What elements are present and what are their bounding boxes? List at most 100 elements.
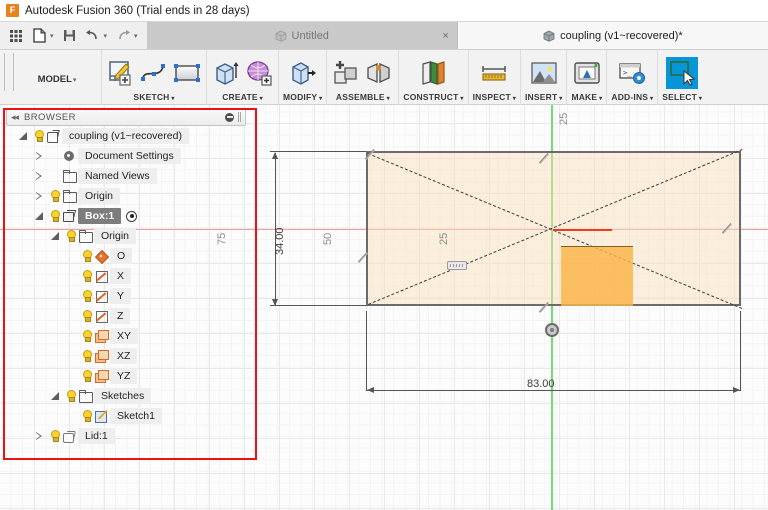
expand-arrow-icon[interactable] [32,191,47,201]
new-file-dropdown-caret[interactable]: ▾ [50,32,57,40]
visibility-bulb-icon[interactable] [79,350,94,362]
new-component-icon[interactable] [331,58,361,88]
browser-item-label[interactable]: Sketches [94,388,152,404]
browser-item-label[interactable]: Origin [78,188,121,204]
sketch-dimension-badge[interactable] [447,261,467,270]
collapse-arrow-icon[interactable] [32,211,47,221]
redo-dropdown-caret[interactable]: ▾ [134,32,141,40]
browser-item-label[interactable]: Named Views [78,168,157,184]
ribbon-group-label[interactable]: SKETCH ▾ [133,92,174,105]
ribbon-group-label[interactable]: CONSTRUCT ▾ [403,92,463,105]
collapse-icon[interactable]: ◂◂ [11,112,19,123]
browser-tree-item[interactable]: Document Settings [6,146,246,166]
close-icon[interactable]: × [442,30,448,42]
browser-grip[interactable] [238,112,241,122]
visibility-bulb-icon[interactable] [63,230,78,242]
visibility-bulb-icon[interactable] [79,370,94,382]
browser-item-label[interactable]: X [110,268,132,284]
browser-tree-item[interactable]: Origin [6,186,246,206]
browser-tree-item[interactable]: Z [6,306,246,326]
collapse-arrow-icon[interactable] [16,131,31,141]
expand-arrow-icon[interactable] [32,431,47,441]
browser-tree-item[interactable]: Origin [6,226,246,246]
browser-item-label[interactable]: coupling (v1~recovered) [62,128,189,144]
ribbon-group-label[interactable]: SELECT ▾ [662,92,702,105]
chevron-down-icon[interactable]: ▾ [73,76,80,84]
activate-component-radio[interactable] [126,210,138,222]
browser-item-label[interactable]: Origin [94,228,137,244]
press-pull-icon[interactable] [288,58,318,88]
new-file-icon[interactable] [29,26,49,46]
ribbon-group-label[interactable]: MODIFY ▾ [283,92,322,105]
ribbon-group-label[interactable]: INSERT ▾ [525,92,562,105]
document-tab-untitled[interactable]: Untitled × [146,22,457,49]
browser-item-label[interactable]: Z [110,308,131,324]
highlighted-face[interactable] [561,246,633,306]
browser-item-label[interactable]: Sketch1 [110,408,162,424]
browser-minimize-icon[interactable] [225,112,234,122]
constraint-glyph[interactable] [721,222,742,234]
browser-tree-item[interactable]: Sketch1 [6,406,246,426]
browser-item-label[interactable]: XZ [110,348,138,364]
create-sketch-icon[interactable] [106,58,136,88]
browser-tree-item[interactable]: YZ [6,366,246,386]
visibility-bulb-icon[interactable] [47,190,62,202]
browser-tree-item[interactable]: coupling (v1~recovered) [6,126,246,146]
constraint-glyph[interactable] [364,148,385,160]
constraint-glyph[interactable] [357,251,378,263]
collapse-arrow-icon[interactable] [48,391,63,401]
create-form-icon[interactable] [244,58,274,88]
app-grid-icon[interactable] [6,26,26,46]
expand-arrow-icon[interactable] [32,151,47,161]
3d-print-icon[interactable] [572,58,602,88]
origin-point[interactable] [545,323,559,337]
height-dimension-value[interactable]: 34.00 [274,227,286,255]
visibility-bulb-icon[interactable] [63,390,78,402]
browser-tree-item[interactable]: Sketches [6,386,246,406]
workspace-selector[interactable]: MODEL ▾ [16,50,102,105]
browser-tree-item[interactable]: XY [6,326,246,346]
scripts-addins-icon[interactable]: >_ [617,58,647,88]
undo-icon[interactable] [83,26,103,46]
measure-icon[interactable] [479,58,509,88]
select-tool-icon[interactable] [666,57,699,89]
visibility-bulb-icon[interactable] [79,270,94,282]
insert-image-icon[interactable] [529,58,559,88]
ribbon-group-label[interactable]: CREATE ▾ [222,92,263,105]
collapse-arrow-icon[interactable] [48,231,63,241]
browser-item-label[interactable]: YZ [110,368,138,384]
spline-icon[interactable] [139,58,169,88]
browser-tree-item[interactable]: Y [6,286,246,306]
visibility-bulb-icon[interactable] [47,430,62,442]
browser-item-label[interactable]: Box:1 [78,208,122,224]
browser-tree-item[interactable]: O [6,246,246,266]
browser-item-label[interactable]: Document Settings [78,148,181,164]
redo-icon[interactable] [113,26,133,46]
width-dimension-value[interactable]: 83.00 [527,378,555,390]
browser-item-label[interactable]: Y [110,288,132,304]
joint-icon[interactable] [364,58,394,88]
browser-tree-item[interactable]: Lid:1 [6,426,246,446]
visibility-bulb-icon[interactable] [79,290,94,302]
ribbon-group-label[interactable]: INSPECT ▾ [473,92,516,105]
browser-tree-item[interactable]: Named Views [6,166,246,186]
browser-tree-item[interactable]: X [6,266,246,286]
save-icon[interactable] [60,26,80,46]
browser-item-label[interactable]: XY [110,328,139,344]
visibility-bulb-icon[interactable] [47,210,62,222]
visibility-bulb-icon[interactable] [31,130,46,142]
browser-item-label[interactable]: Lid:1 [78,428,115,444]
rectangle-sketch-icon[interactable] [172,58,202,88]
undo-dropdown-caret[interactable]: ▾ [104,32,111,40]
extrude-icon[interactable] [211,58,241,88]
browser-tree-item[interactable]: XZ [6,346,246,366]
expand-arrow-icon[interactable] [32,171,47,181]
ribbon-group-label[interactable]: ASSEMBLE ▾ [336,92,390,105]
document-tab-coupling[interactable]: coupling (v1~recovered)* [456,22,768,49]
ribbon-group-label[interactable]: MAKE ▾ [571,92,602,105]
ribbon-grip[interactable] [4,53,14,91]
constraint-glyph[interactable] [538,152,559,164]
visibility-bulb-icon[interactable] [79,330,94,342]
constraint-glyph[interactable] [538,301,559,313]
ribbon-group-label[interactable]: ADD-INS ▾ [611,92,653,105]
